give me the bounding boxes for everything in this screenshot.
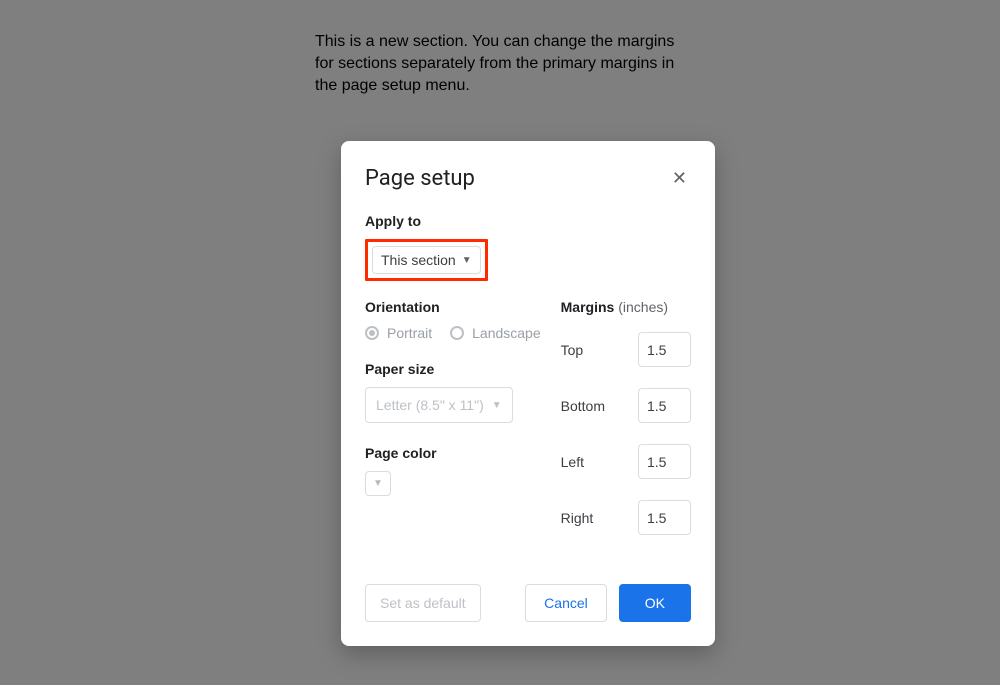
orientation-portrait-label: Portrait xyxy=(387,325,432,341)
orientation-landscape-label: Landscape xyxy=(472,325,541,341)
dialog-title: Page setup xyxy=(365,166,475,191)
margin-bottom-label: Bottom xyxy=(561,398,605,414)
caret-down-icon: ▼ xyxy=(373,478,383,489)
page-setup-dialog: Page setup ✕ Apply to This section ▼ Ori… xyxy=(341,141,715,646)
dialog-columns: Orientation Portrait Landscape Paper siz… xyxy=(365,299,691,556)
ok-button[interactable]: OK xyxy=(619,584,691,622)
paper-size-dropdown[interactable]: Letter (8.5" x 11") ▼ xyxy=(365,387,513,423)
caret-down-icon: ▼ xyxy=(492,400,502,411)
margin-right-label: Right xyxy=(561,510,594,526)
margin-top-label: Top xyxy=(561,342,584,358)
orientation-label: Orientation xyxy=(365,299,541,315)
margin-left-label: Left xyxy=(561,454,584,470)
apply-to-dropdown[interactable]: This section ▼ xyxy=(372,246,481,274)
paper-size-label: Paper size xyxy=(365,361,541,377)
dialog-left-column: Orientation Portrait Landscape Paper siz… xyxy=(365,299,541,556)
radio-empty-icon xyxy=(450,326,464,340)
radio-selected-icon xyxy=(365,326,379,340)
cancel-button[interactable]: Cancel xyxy=(525,584,607,622)
margin-right-input[interactable] xyxy=(638,500,691,535)
margin-row-bottom: Bottom xyxy=(561,388,691,423)
apply-to-label: Apply to xyxy=(365,213,691,229)
apply-to-highlight: This section ▼ xyxy=(365,239,488,281)
margin-row-left: Left xyxy=(561,444,691,479)
orientation-options: Portrait Landscape xyxy=(365,325,541,341)
paper-size-value: Letter (8.5" x 11") xyxy=(376,397,484,413)
apply-to-value: This section xyxy=(381,252,456,268)
dialog-actions: Set as default Cancel OK xyxy=(365,584,691,622)
page-color-dropdown[interactable]: ▼ xyxy=(365,471,391,496)
margin-row-top: Top xyxy=(561,332,691,367)
margin-left-input[interactable] xyxy=(638,444,691,479)
margin-row-right: Right xyxy=(561,500,691,535)
margin-bottom-input[interactable] xyxy=(638,388,691,423)
close-button[interactable]: ✕ xyxy=(668,165,691,191)
set-as-default-button[interactable]: Set as default xyxy=(365,584,481,622)
orientation-portrait[interactable]: Portrait xyxy=(365,325,432,341)
caret-down-icon: ▼ xyxy=(462,255,472,266)
dialog-header: Page setup ✕ xyxy=(365,165,691,191)
dialog-right-column: Margins (inches) Top Bottom Left Right xyxy=(561,299,691,556)
margin-top-input[interactable] xyxy=(638,332,691,367)
margins-label: Margins xyxy=(561,299,615,315)
margins-unit: (inches) xyxy=(618,299,668,315)
page-color-label: Page color xyxy=(365,445,541,461)
margins-title: Margins (inches) xyxy=(561,299,691,315)
close-icon: ✕ xyxy=(672,168,687,188)
orientation-landscape[interactable]: Landscape xyxy=(450,325,541,341)
